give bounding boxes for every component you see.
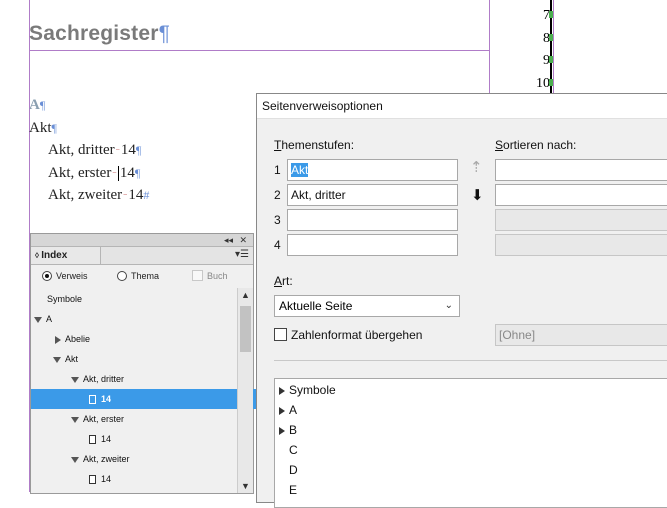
topic-levels-label: Themenstufen:: [274, 138, 355, 152]
expand-triangle-icon[interactable]: [53, 356, 61, 363]
override-number-format-label[interactable]: Zahlenformat übergehen: [291, 328, 422, 342]
topic-tree: Symbole A B C D E: [274, 378, 667, 508]
heading-rule: [29, 50, 490, 51]
index-entry[interactable]: Akt¶: [29, 120, 57, 137]
separator: [274, 360, 667, 361]
topic-level-4-input[interactable]: [287, 234, 458, 256]
line-marker: [549, 11, 553, 18]
expand-triangle-icon[interactable]: [71, 416, 79, 423]
topic-label[interactable]: Thema: [131, 271, 159, 281]
number-format-select: [Ohne]: [495, 324, 667, 346]
page-icon: [89, 395, 96, 405]
level-number: 3: [274, 213, 281, 227]
sort-by-label: Sortieren nach:: [495, 138, 577, 152]
close-icon[interactable]: ✕: [239, 234, 247, 246]
page-icon: [89, 435, 96, 445]
tree-item-d[interactable]: D: [289, 460, 298, 480]
line-number: 10: [536, 76, 550, 91]
tree-item-akt[interactable]: Akt: [31, 349, 256, 369]
line-number: 9: [543, 53, 550, 68]
line-marker: [549, 34, 553, 41]
index-entry[interactable]: Akt, dritter ⁻ 14¶: [48, 142, 141, 159]
book-checkbox: [192, 270, 203, 281]
index-scrollbar[interactable]: ▲ ▼: [237, 288, 253, 493]
line-number: 7: [543, 8, 550, 23]
sort-by-3-input: [495, 209, 667, 231]
expand-triangle-icon[interactable]: [34, 316, 42, 323]
tree-item-b[interactable]: B: [279, 420, 297, 440]
tree-item-c[interactable]: C: [289, 440, 298, 460]
index-entry[interactable]: Akt, erster ⁻ 14¶: [48, 165, 140, 182]
tree-item-symbole[interactable]: Symbole: [279, 380, 336, 400]
reference-label[interactable]: Verweis: [56, 271, 88, 281]
level-number: 1: [274, 163, 281, 177]
page-heading[interactable]: Sachregister¶: [29, 22, 170, 46]
sort-by-4-input: [495, 234, 667, 256]
index-tree: Symbole A Abelie Akt Akt, dritter 14 Akt…: [31, 288, 292, 493]
book-label: Buch: [207, 271, 228, 281]
expand-triangle-icon[interactable]: [71, 456, 79, 463]
tab-index[interactable]: ◊ Index: [31, 247, 101, 264]
line-marker: [549, 79, 553, 86]
column-guide-2: [553, 0, 554, 95]
pilcrow-mark: ¶: [158, 22, 171, 45]
topic-level-3-input[interactable]: [287, 209, 458, 231]
topic-level-1-input[interactable]: Akt: [287, 159, 458, 181]
panel-tabbar: ◊ Index ▾☰: [31, 247, 253, 265]
type-dropdown[interactable]: Aktuelle Seite ⌄: [274, 295, 460, 317]
collapse-triangle-icon[interactable]: [279, 426, 285, 435]
scroll-down-icon[interactable]: ▼: [241, 481, 250, 491]
chevron-down-icon: ⌄: [444, 300, 453, 311]
topic-radio[interactable]: [117, 271, 127, 281]
move-up-icon[interactable]: ⇡: [470, 158, 483, 176]
tree-item-abelie[interactable]: Abelie: [31, 329, 258, 349]
page-icon: [89, 475, 96, 485]
sort-by-1-input[interactable]: [495, 159, 667, 181]
sort-by-2-input[interactable]: [495, 184, 667, 206]
index-entry[interactable]: Akt, zweiter ⁻ 14#: [48, 187, 149, 204]
collapse-triangle-icon[interactable]: [279, 406, 285, 415]
move-down-icon[interactable]: ⬇: [471, 186, 484, 204]
text-cursor: [117, 166, 119, 182]
expand-triangle-icon[interactable]: [71, 376, 79, 383]
collapse-triangle-icon[interactable]: [55, 335, 61, 344]
index-panel: ◂◂ ✕ ◊ Index ▾☰ Verweis Thema Buch Symbo…: [30, 233, 292, 494]
tree-item-e[interactable]: E: [289, 480, 297, 500]
panel-titlebar[interactable]: ◂◂ ✕: [31, 234, 253, 247]
tree-item-a[interactable]: A: [31, 309, 237, 329]
page-reference-options-dialog: Seitenverweisoptionen Themenstufen: Sort…: [256, 93, 667, 508]
section-letter[interactable]: A¶: [29, 97, 45, 114]
level-number: 2: [274, 188, 281, 202]
dialog-title: Seitenverweisoptionen: [257, 94, 667, 119]
tree-item-symbole[interactable]: Symbole: [31, 289, 250, 309]
scroll-up-icon[interactable]: ▲: [241, 290, 250, 300]
tree-item-a[interactable]: A: [279, 400, 297, 420]
type-label: Art:: [274, 274, 293, 288]
line-marker: [549, 56, 553, 63]
override-number-format-checkbox[interactable]: [274, 328, 287, 341]
line-number: 8: [543, 31, 550, 46]
panel-menu-icon[interactable]: ▾☰: [235, 249, 249, 260]
reference-radio[interactable]: [42, 271, 52, 281]
collapse-triangle-icon[interactable]: [279, 386, 285, 395]
level-number: 4: [274, 238, 281, 252]
collapse-icon[interactable]: ◂◂: [224, 234, 233, 246]
scrollbar-thumb[interactable]: [240, 306, 251, 352]
topic-level-2-input[interactable]: Akt, dritter: [287, 184, 458, 206]
index-mode-options: Verweis Thema Buch: [31, 265, 253, 287]
